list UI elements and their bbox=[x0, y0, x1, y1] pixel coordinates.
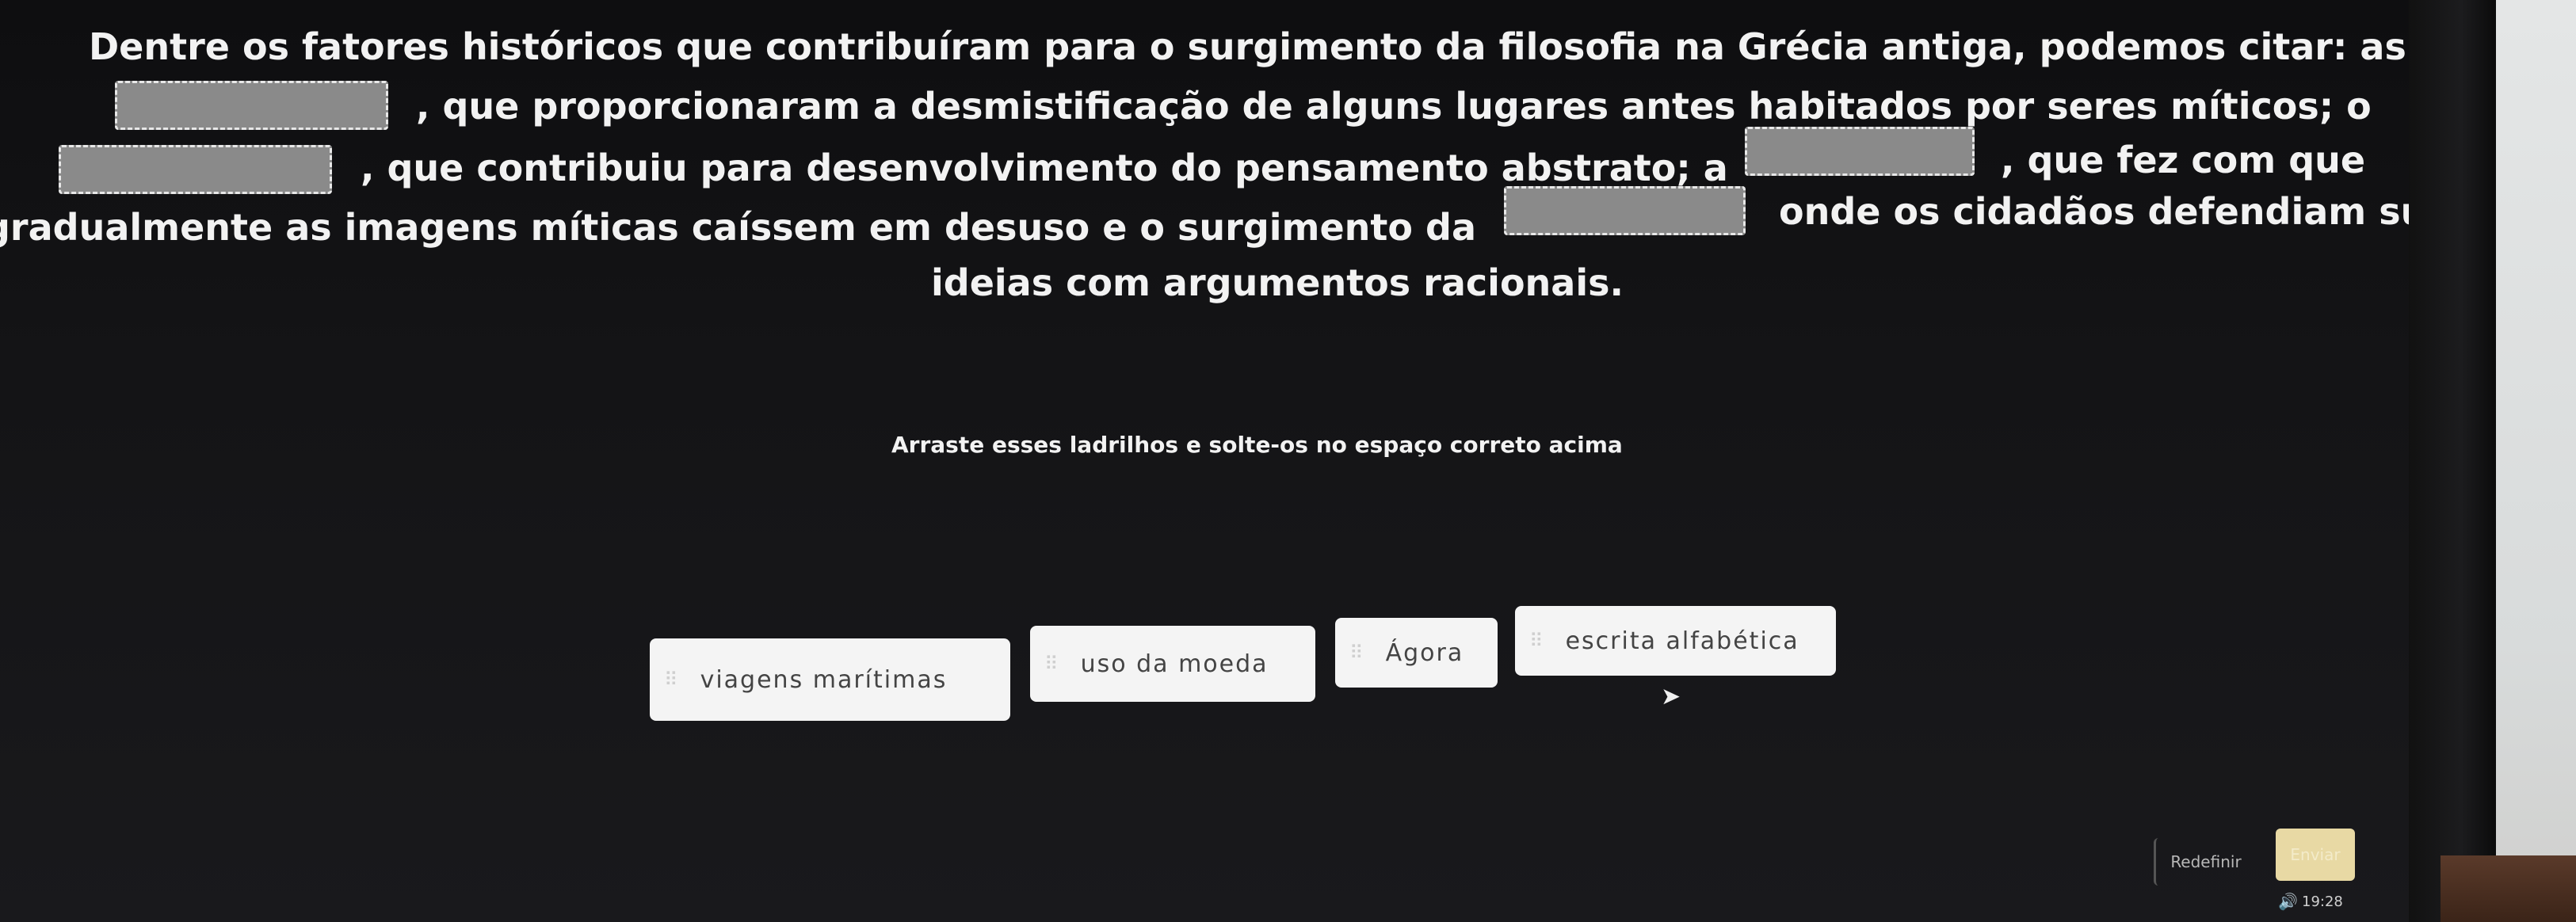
tile-agora[interactable]: ⠿ Ágora bbox=[1335, 618, 1498, 688]
question-line-3b: , que fez com que bbox=[2001, 139, 2366, 181]
mouse-cursor-icon: ➤ bbox=[1661, 683, 1681, 711]
monitor-screen: Dentre os fatores históricos que contrib… bbox=[0, 0, 2473, 922]
drag-handle-icon: ⠿ bbox=[1529, 630, 1544, 652]
drag-handle-icon: ⠿ bbox=[664, 669, 678, 691]
send-button[interactable]: Enviar bbox=[2276, 829, 2355, 881]
monitor-bezel bbox=[2409, 0, 2496, 922]
desk-edge bbox=[2441, 855, 2576, 922]
drop-zone-1[interactable] bbox=[115, 81, 388, 130]
taskbar-clock: 19:28 bbox=[2302, 893, 2343, 910]
background-wall bbox=[2496, 0, 2576, 922]
drag-handle-icon: ⠿ bbox=[1349, 642, 1364, 664]
question-line-2: , que proporcionaram a desmistificação d… bbox=[416, 85, 2372, 128]
drop-zone-3[interactable] bbox=[1745, 127, 1975, 176]
drop-zone-4[interactable] bbox=[1504, 186, 1746, 235]
reset-button[interactable]: Redefinir bbox=[2154, 838, 2256, 886]
tile-escrita-alfabetica[interactable]: ⠿ escrita alfabética bbox=[1515, 606, 1836, 676]
question-line-4a: gradualmente as imagens míticas caíssem … bbox=[0, 206, 1476, 249]
tile-label: Ágora bbox=[1385, 638, 1464, 667]
drop-zone-2[interactable] bbox=[59, 145, 332, 194]
question-line-3a: , que contribuiu para desenvolvimento do… bbox=[361, 147, 1728, 189]
question-line-5: ideias com argumentos racionais. bbox=[931, 261, 1624, 304]
drag-handle-icon: ⠿ bbox=[1044, 653, 1059, 675]
speaker-icon[interactable]: 🔊 bbox=[2278, 892, 2298, 911]
tile-uso-da-moeda[interactable]: ⠿ uso da moeda bbox=[1030, 626, 1315, 702]
tile-label: uso da moeda bbox=[1080, 650, 1269, 678]
tile-label: viagens marítimas bbox=[700, 665, 948, 694]
tile-viagens-maritimas[interactable]: ⠿ viagens marítimas bbox=[650, 638, 1010, 721]
question-line-1: Dentre os fatores históricos que contrib… bbox=[89, 25, 2406, 68]
tile-label: escrita alfabética bbox=[1565, 627, 1799, 655]
question-line-4b: onde os cidadãos defendiam suas bbox=[1779, 190, 2473, 233]
instruction-text: Arraste esses ladrilhos e solte-os no es… bbox=[891, 432, 1623, 458]
